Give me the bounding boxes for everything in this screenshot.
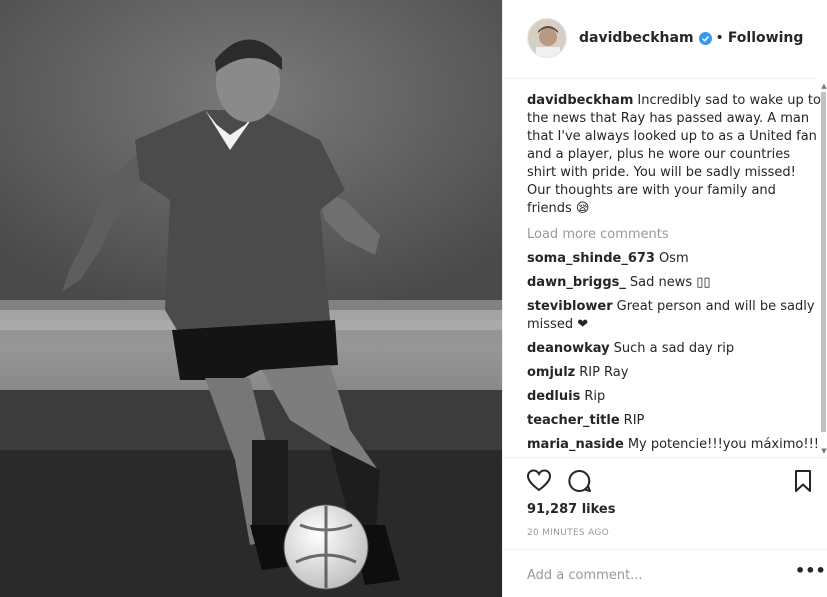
post-header: davidbeckham • Following xyxy=(503,0,816,79)
heart-icon[interactable] xyxy=(526,468,552,494)
list-item: omjulz RIP Ray xyxy=(527,364,821,382)
post-details-panel: davidbeckham • Following davidbeckham Inc… xyxy=(502,0,827,597)
comment-username[interactable]: teacher_title xyxy=(527,413,620,428)
scrollbar-thumb[interactable] xyxy=(821,92,826,432)
ellipsis-icon[interactable]: ••• xyxy=(795,563,826,582)
footballer-photo xyxy=(0,0,502,597)
load-more-comments-button[interactable]: Load more comments xyxy=(527,226,821,244)
list-item: maria_naside My potencie!!!you máximo!!! xyxy=(527,436,821,454)
post-caption: davidbeckham Incredibly sad to wake up to… xyxy=(527,92,821,218)
comment-text: RIP xyxy=(623,413,645,428)
comment-username[interactable]: maria_naside xyxy=(527,437,624,452)
comment-input[interactable] xyxy=(527,564,767,586)
comments-list[interactable]: davidbeckham Incredibly sad to wake up to… xyxy=(527,92,821,457)
comment-username[interactable]: deanowkay xyxy=(527,341,610,356)
caption-text: Incredibly sad to wake up to the news th… xyxy=(527,93,821,216)
comment-username[interactable]: steviblower xyxy=(527,299,613,314)
comment-text: RIP Ray xyxy=(579,365,629,380)
caption-username[interactable]: davidbeckham xyxy=(527,93,633,108)
avatar[interactable] xyxy=(527,18,567,58)
scroll-up-icon[interactable]: ▲ xyxy=(820,82,827,90)
list-item: dawn_briggs_ Sad news ▯▯ xyxy=(527,274,821,292)
list-item: teacher_title RIP xyxy=(527,412,821,430)
list-item: deanowkay Such a sad day rip xyxy=(527,340,821,358)
bookmark-icon[interactable] xyxy=(790,468,816,494)
comment-username[interactable]: dedluis xyxy=(527,389,580,404)
comment-username[interactable]: omjulz xyxy=(527,365,575,380)
comment-text: Sad news ▯▯ xyxy=(629,275,711,290)
comment-text: Osm xyxy=(658,251,689,266)
speech-bubble-icon[interactable] xyxy=(567,468,593,494)
comment-text: Rip xyxy=(584,389,606,404)
header-line: davidbeckham • Following xyxy=(579,30,803,46)
follow-separator: • xyxy=(715,30,724,46)
author-username[interactable]: davidbeckham xyxy=(579,30,694,46)
post-timestamp[interactable]: 20 MINUTES AGO xyxy=(527,528,609,538)
comment-text: Such a sad day rip xyxy=(613,341,735,356)
comment-username[interactable]: soma_shinde_673 xyxy=(527,251,655,266)
post-actions: 91,287 likes 20 MINUTES AGO xyxy=(503,457,827,549)
comments-scrollbar[interactable]: ▲ ▼ xyxy=(820,80,827,457)
verified-badge-icon xyxy=(698,31,712,45)
add-comment-bar: ••• xyxy=(503,549,827,597)
avatar-image xyxy=(528,19,566,57)
comment-text: My potencie!!!you máximo!!! xyxy=(627,437,819,452)
comment-username[interactable]: dawn_briggs_ xyxy=(527,275,626,290)
post-photo[interactable] xyxy=(0,0,502,597)
likes-count[interactable]: 91,287 likes xyxy=(527,502,615,517)
list-item: steviblower Great person and will be sadl… xyxy=(527,298,821,334)
scroll-down-icon[interactable]: ▼ xyxy=(820,447,827,455)
following-button[interactable]: Following xyxy=(728,30,804,46)
list-item: dedluis Rip xyxy=(527,388,821,406)
list-item: soma_shinde_673 Osm xyxy=(527,250,821,268)
